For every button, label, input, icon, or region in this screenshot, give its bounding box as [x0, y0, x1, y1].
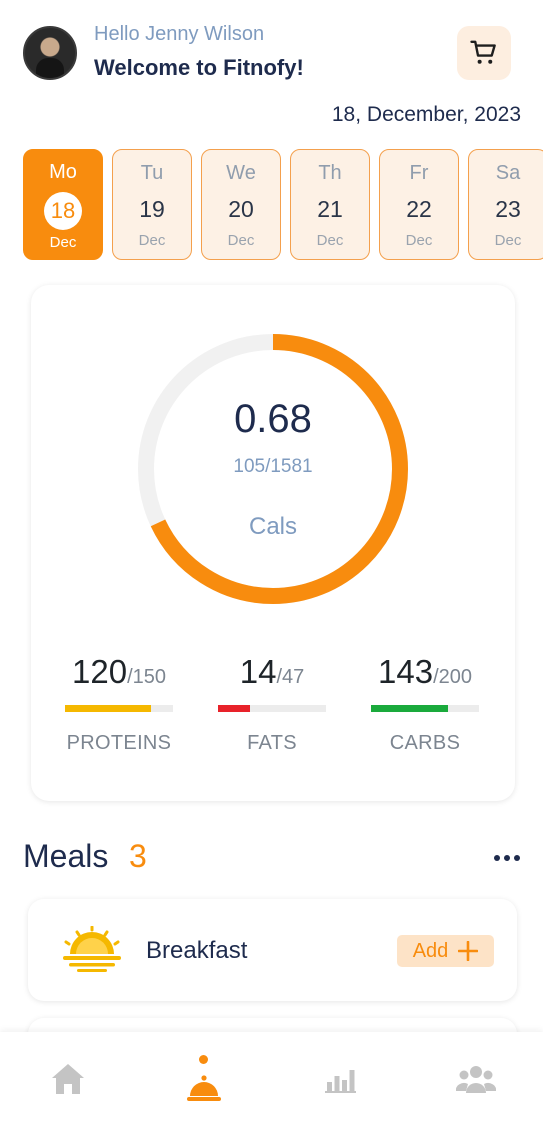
- day-name: We: [226, 162, 256, 184]
- macro-amount: 14/47: [239, 653, 305, 690]
- current-date: 18, December, 2023: [331, 103, 521, 126]
- day-number: 22: [406, 196, 432, 222]
- nav-community[interactable]: [408, 1032, 543, 1125]
- macro-proteins: 120/150 PROTEINS: [44, 653, 194, 755]
- macro-label: FATS: [247, 732, 297, 754]
- meal-card-breakfast[interactable]: Breakfast Add: [28, 899, 517, 1001]
- day-number: 23: [495, 196, 521, 222]
- day-name: Mo: [49, 161, 77, 183]
- plus-icon: [458, 941, 479, 961]
- week-strip: Mo 18 Dec Tu 19 Dec We 20 Dec Th 21 Dec …: [23, 149, 543, 261]
- day-month: Dec: [405, 232, 433, 249]
- meals-heading: Meals: [23, 838, 109, 874]
- day-name: Tu: [140, 162, 164, 184]
- day-month: Dec: [316, 232, 344, 249]
- cart-icon: [470, 40, 496, 64]
- day-item-wed[interactable]: We 20 Dec: [201, 149, 281, 260]
- day-item-sat[interactable]: Sa 23 Dec: [468, 149, 543, 260]
- day-name: Fr: [409, 162, 429, 184]
- day-month: Dec: [494, 232, 522, 249]
- add-label: Add: [412, 939, 449, 962]
- macro-label: PROTEINS: [66, 732, 172, 754]
- macro-carbs: 143/200 CARBS: [350, 653, 500, 755]
- macro-fats: 14/47 FATS: [197, 653, 347, 755]
- day-month: Dec: [49, 234, 77, 251]
- day-item-thu[interactable]: Th 21 Dec: [290, 149, 370, 260]
- calorie-ratio: 105/1581: [233, 456, 313, 477]
- day-month: Dec: [227, 232, 255, 249]
- day-name: Th: [318, 162, 342, 184]
- home-icon: [51, 1063, 84, 1094]
- active-indicator-dot: [199, 1055, 208, 1064]
- macro-progress-bar: [65, 705, 173, 712]
- bottom-navigation: [0, 1032, 543, 1125]
- day-month: Dec: [138, 232, 166, 249]
- meal-name: Breakfast: [146, 937, 248, 964]
- macro-progress-bar: [371, 705, 479, 712]
- day-number: 20: [228, 196, 254, 222]
- day-number: 19: [139, 196, 165, 222]
- meals-count: 3: [129, 838, 147, 874]
- macro-progress-bar: [218, 705, 326, 712]
- nav-home[interactable]: [0, 1032, 135, 1125]
- day-item-tue[interactable]: Tu 19 Dec: [112, 149, 192, 260]
- day-item-mon[interactable]: Mo 18 Dec: [23, 149, 103, 260]
- avatar[interactable]: [23, 26, 77, 80]
- sunrise-icon: [63, 926, 121, 972]
- macro-amount: 143/200: [378, 653, 472, 690]
- meal-cloche-icon: [186, 1074, 221, 1101]
- day-number: 18: [44, 192, 82, 230]
- nav-meals[interactable]: [136, 1032, 271, 1125]
- day-name: Sa: [495, 162, 521, 184]
- nav-stats[interactable]: [272, 1032, 407, 1125]
- day-number: 21: [317, 196, 343, 222]
- more-options-button[interactable]: [490, 848, 524, 868]
- dot-icon: [504, 855, 510, 861]
- calorie-summary-card: 0.68 105/1581 Cals 120/150 PROTEINS 14/4…: [31, 285, 515, 801]
- greeting-text: Hello Jenny Wilson: [94, 23, 265, 45]
- day-item-fri[interactable]: Fr 22 Dec: [379, 149, 459, 260]
- dot-icon: [494, 855, 500, 861]
- bar-chart-icon: [324, 1069, 356, 1093]
- cart-button[interactable]: [457, 26, 511, 80]
- calorie-value: 0.68: [234, 397, 312, 441]
- add-meal-button[interactable]: Add: [397, 935, 494, 967]
- welcome-title: Welcome to Fitnofy!: [94, 55, 304, 80]
- macro-amount: 120/150: [72, 653, 166, 690]
- macro-label: CARBS: [389, 732, 461, 754]
- group-icon: [455, 1065, 496, 1093]
- dot-icon: [514, 855, 520, 861]
- calorie-unit: Cals: [248, 513, 297, 540]
